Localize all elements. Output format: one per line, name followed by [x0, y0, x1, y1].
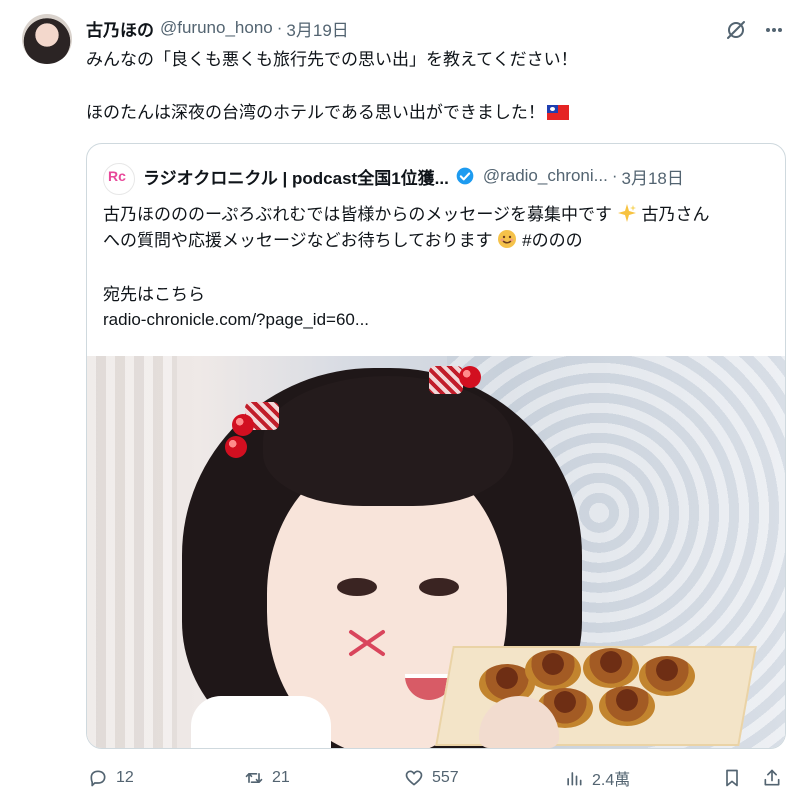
takoyaki-2 — [525, 650, 581, 690]
cheek-x-mark — [349, 630, 385, 656]
quoted-display-name[interactable]: ラジオクロニクル | podcast全国1位獲... — [143, 164, 449, 189]
reply-count: 12 — [116, 769, 134, 786]
takoyaki-3 — [583, 648, 639, 688]
left-cherry-2 — [225, 436, 247, 458]
quoted-header: ラジオクロニクル | podcast全国1位獲... @radio_chroni… — [143, 163, 771, 189]
dress — [191, 696, 331, 748]
quoted-text-line-3: 宛先はこちら — [103, 285, 205, 304]
views-button[interactable]: 2.4萬 — [564, 766, 630, 790]
quoted-handle[interactable]: @radio_chroni... — [483, 166, 608, 186]
left-eye — [337, 578, 377, 596]
reply-button[interactable]: 12 — [88, 766, 134, 790]
quoted-date[interactable]: 3月18日 — [622, 164, 684, 189]
grok-icon[interactable] — [724, 18, 748, 42]
taiwan-flag-icon — [546, 105, 569, 120]
quoted-avatar-logo: Rc — [108, 168, 126, 184]
action-bar: 12 21 557 2.4萬 — [86, 758, 784, 798]
quoted-text-line-2: への質問や応援メッセージなどお待ちしております #ののの — [103, 229, 583, 253]
tweet-text-line-2-text: ほのたんは深夜の台湾のホテルである思い出ができました！ — [86, 103, 545, 122]
bangs — [263, 376, 513, 506]
quoted-text-line-1-end: 古乃さん — [641, 205, 710, 224]
quoted-text-line-2-main: への質問や応援メッセージなどお待ちしております — [103, 231, 493, 250]
quoted-separator: · — [611, 166, 618, 185]
bookmark-icon — [726, 769, 738, 787]
handle[interactable]: @furuno_hono — [160, 18, 273, 38]
sparkles-icon — [617, 204, 636, 222]
bookmark-button[interactable] — [722, 766, 750, 790]
right-eye — [419, 578, 459, 596]
separator: · — [276, 18, 283, 37]
retweet-icon — [245, 773, 263, 783]
tweet-date[interactable]: 3月19日 — [286, 16, 348, 41]
like-icon — [405, 770, 423, 786]
smiling-face-icon — [498, 230, 517, 248]
quoted-avatar[interactable]: Rc — [103, 163, 135, 195]
tweet-text-line-1: みんなの「良くも悪くも旅行先での思い出」を教えてください！ — [86, 50, 578, 69]
quoted-text-line-1: 古乃ほのののーぷろぶれむでは皆様からのメッセージを募集中です 古乃さん — [103, 203, 709, 227]
left-cherry-1 — [232, 414, 254, 436]
takoyaki-4 — [639, 656, 695, 696]
more-icon[interactable] — [764, 20, 784, 40]
verified-icon — [456, 167, 474, 185]
views-icon — [567, 772, 582, 786]
quoted-text-line-1-main: 古乃ほのののーぷろぶれむでは皆様からのメッセージを募集中です — [103, 205, 612, 224]
share-icon — [764, 769, 780, 786]
right-cherry — [459, 366, 481, 388]
curtain-background — [87, 356, 177, 748]
retweet-button[interactable]: 21 — [244, 766, 290, 790]
display-name[interactable]: 古乃ほの — [86, 16, 154, 41]
views-count: 2.4萬 — [592, 772, 631, 789]
share-button[interactable] — [762, 766, 790, 790]
avatar[interactable] — [22, 14, 72, 64]
right-hair-bow — [429, 366, 463, 394]
tweet-text-line-2: ほのたんは深夜の台湾のホテルである思い出ができました！ — [86, 101, 569, 125]
quoted-link[interactable]: radio-chronicle.com/?page_id=60... — [103, 308, 369, 332]
like-button[interactable]: 557 — [404, 766, 459, 790]
quoted-photo[interactable] — [87, 356, 785, 748]
takoyaki-6 — [599, 686, 655, 726]
quoted-hashtag[interactable]: #ののの — [522, 231, 582, 250]
like-count: 557 — [432, 769, 459, 786]
retweet-count: 21 — [272, 769, 290, 786]
tweet-header: 古乃ほの @furuno_hono · 3月19日 — [86, 16, 780, 40]
quoted-tweet[interactable]: Rc ラジオクロニクル | podcast全国1位獲... @radio_chr… — [86, 143, 786, 749]
reply-icon — [90, 770, 106, 787]
